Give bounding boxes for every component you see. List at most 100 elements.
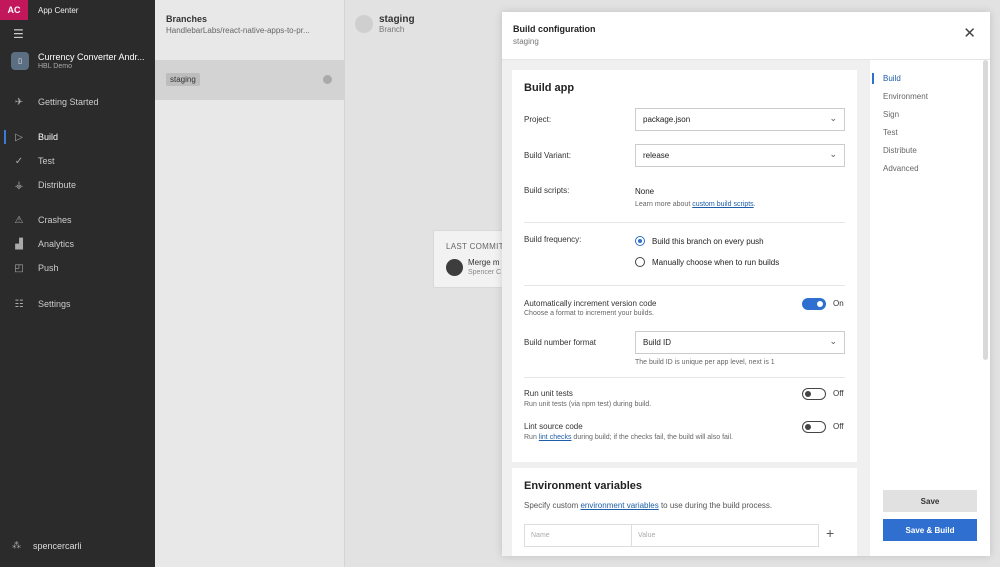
side-nav-distribute[interactable]: Distribute [883, 146, 917, 155]
lint-checks-link[interactable]: lint checks [539, 434, 572, 441]
left-navigation: AC App Center ☰ ▯ Currency Converter And… [0, 0, 155, 567]
unit-tests-state: Off [833, 389, 844, 398]
radio-label: Build this branch on every push [652, 236, 764, 246]
modal-body: Build app Project: package.json ⌄ Build … [502, 60, 869, 556]
branch-row-staging[interactable]: staging [155, 60, 345, 100]
commit-author: Spencer C [468, 269, 502, 276]
branch-avatar [355, 15, 373, 33]
close-icon[interactable]: ✕ [963, 26, 976, 41]
nav-item-getting-started[interactable]: ✈ Getting Started [0, 93, 155, 111]
nav-item-push[interactable]: ◰ Push [0, 259, 155, 277]
play-icon: ▷ [15, 131, 23, 143]
app-center-logo[interactable]: AC [0, 0, 28, 20]
app-icon: ▯ [11, 52, 29, 70]
side-nav-environment[interactable]: Environment [883, 92, 928, 101]
avatar [446, 259, 463, 276]
radio-unselected-icon [635, 257, 645, 267]
unit-tests-toggle[interactable] [802, 388, 826, 400]
build-configuration-modal: Build configuration staging ✕ Build app … [502, 12, 990, 556]
nav-item-test[interactable]: ✓ Test [0, 152, 155, 170]
nav-item-label: Test [38, 156, 55, 166]
project-value: package.json [643, 115, 691, 124]
build-number-format-label: Build number format [524, 338, 597, 347]
commit-label: LAST COMMIT [446, 242, 504, 251]
save-and-build-button[interactable]: Save & Build [883, 519, 977, 541]
add-variable-icon[interactable]: + [826, 526, 834, 540]
auto-increment-help: Choose a format to increment your builds… [524, 310, 654, 317]
build-number-format-value: Build ID [643, 338, 672, 347]
distribute-icon: ⚶ [14, 179, 24, 191]
nav-item-distribute[interactable]: ⚶ Distribute [0, 176, 155, 194]
build-app-title: Build app [524, 82, 575, 94]
config-side-nav: Build Environment Sign Test Distribute A… [869, 60, 990, 556]
auto-increment-toggle[interactable] [802, 298, 826, 310]
side-nav-advanced[interactable]: Advanced [883, 164, 919, 173]
repo-name: HandlebarLabs/react-native-apps-to-pr... [166, 26, 310, 35]
warning-icon: ⚠ [14, 214, 24, 226]
nav-item-label: Distribute [38, 180, 77, 190]
custom-build-scripts-link[interactable]: custom build scripts [692, 201, 753, 208]
build-number-format-select[interactable]: Build ID ⌄ [635, 331, 845, 354]
user-menu[interactable]: ⁂ spencercarli [12, 540, 82, 551]
user-name: spencercarli [33, 540, 82, 551]
branch-status-icon [323, 75, 332, 84]
env-value-input[interactable]: Value [631, 524, 819, 547]
branch-subtitle: Branch [379, 25, 405, 34]
divider [524, 222, 845, 223]
lint-toggle[interactable] [802, 421, 826, 433]
divider [524, 377, 845, 378]
nav-item-crashes[interactable]: ⚠ Crashes [0, 211, 155, 229]
build-scripts-help: Learn more about custom build scripts. [635, 201, 756, 208]
commit-message: Merge m [468, 258, 500, 267]
push-icon: ◰ [14, 262, 24, 274]
app-center-title[interactable]: App Center [38, 6, 78, 15]
active-indicator [872, 73, 874, 84]
nav-item-settings[interactable]: ☷ Settings [0, 295, 155, 313]
environment-variables-card: Environment variables Specify custom env… [512, 468, 857, 556]
build-variant-value: release [643, 151, 670, 160]
frequency-every-push-radio[interactable]: Build this branch on every push [635, 236, 764, 246]
app-selector[interactable]: ▯ Currency Converter Andr... HBL Demo [11, 52, 145, 70]
chevron-down-icon: ⌄ [829, 113, 837, 123]
chevron-down-icon: ⌄ [829, 149, 837, 159]
lint-label: Lint source code [524, 422, 583, 431]
app-org: HBL Demo [38, 63, 72, 70]
save-button[interactable]: Save [883, 490, 977, 512]
nav-item-label: Crashes [38, 215, 72, 225]
nav-item-label: Analytics [38, 239, 75, 249]
nav-item-label: Getting Started [38, 97, 99, 107]
env-title: Environment variables [524, 480, 642, 492]
project-select[interactable]: package.json ⌄ [635, 108, 845, 131]
build-scripts-value: None [635, 187, 655, 196]
branches-title: Branches [166, 14, 208, 24]
auto-increment-state: On [833, 299, 844, 308]
hamburger-icon[interactable]: ☰ [13, 28, 24, 40]
frequency-manual-radio[interactable]: Manually choose when to run builds [635, 257, 779, 267]
build-frequency-label: Build frequency: [524, 235, 582, 244]
lint-help: Run lint checks during build; if the che… [524, 434, 733, 441]
branch-title: staging [379, 14, 415, 25]
nav-item-label: Push [38, 263, 59, 273]
environment-variables-link[interactable]: environment variables [580, 501, 658, 510]
modal-subtitle: staging [513, 37, 539, 46]
user-icon: ⁂ [12, 540, 21, 550]
nav-item-analytics[interactable]: ▟ Analytics [0, 235, 155, 253]
side-nav-test[interactable]: Test [883, 128, 898, 137]
env-name-input[interactable]: Name [524, 524, 632, 547]
side-nav-sign[interactable]: Sign [883, 110, 899, 119]
radio-label: Manually choose when to run builds [652, 257, 780, 267]
nav-item-label: Settings [38, 299, 71, 309]
branch-header: staging Branch [355, 14, 415, 34]
check-circle-icon: ✓ [14, 155, 24, 167]
build-variant-select[interactable]: release ⌄ [635, 144, 845, 167]
scrollbar[interactable] [983, 60, 988, 360]
nav-item-build[interactable]: ▷ Build [0, 128, 155, 146]
sliders-icon: ☷ [14, 298, 24, 310]
unit-tests-help: Run unit tests (via npm test) during bui… [524, 401, 652, 408]
side-nav-build[interactable]: Build [883, 74, 901, 83]
branches-header: Branches HandlebarLabs/react-native-apps… [155, 0, 344, 48]
build-number-format-help: The build ID is unique per app level, ne… [635, 359, 775, 366]
rocket-icon: ✈ [14, 96, 24, 108]
build-app-card: Build app Project: package.json ⌄ Build … [512, 70, 857, 462]
nav-item-label: Build [38, 132, 59, 142]
